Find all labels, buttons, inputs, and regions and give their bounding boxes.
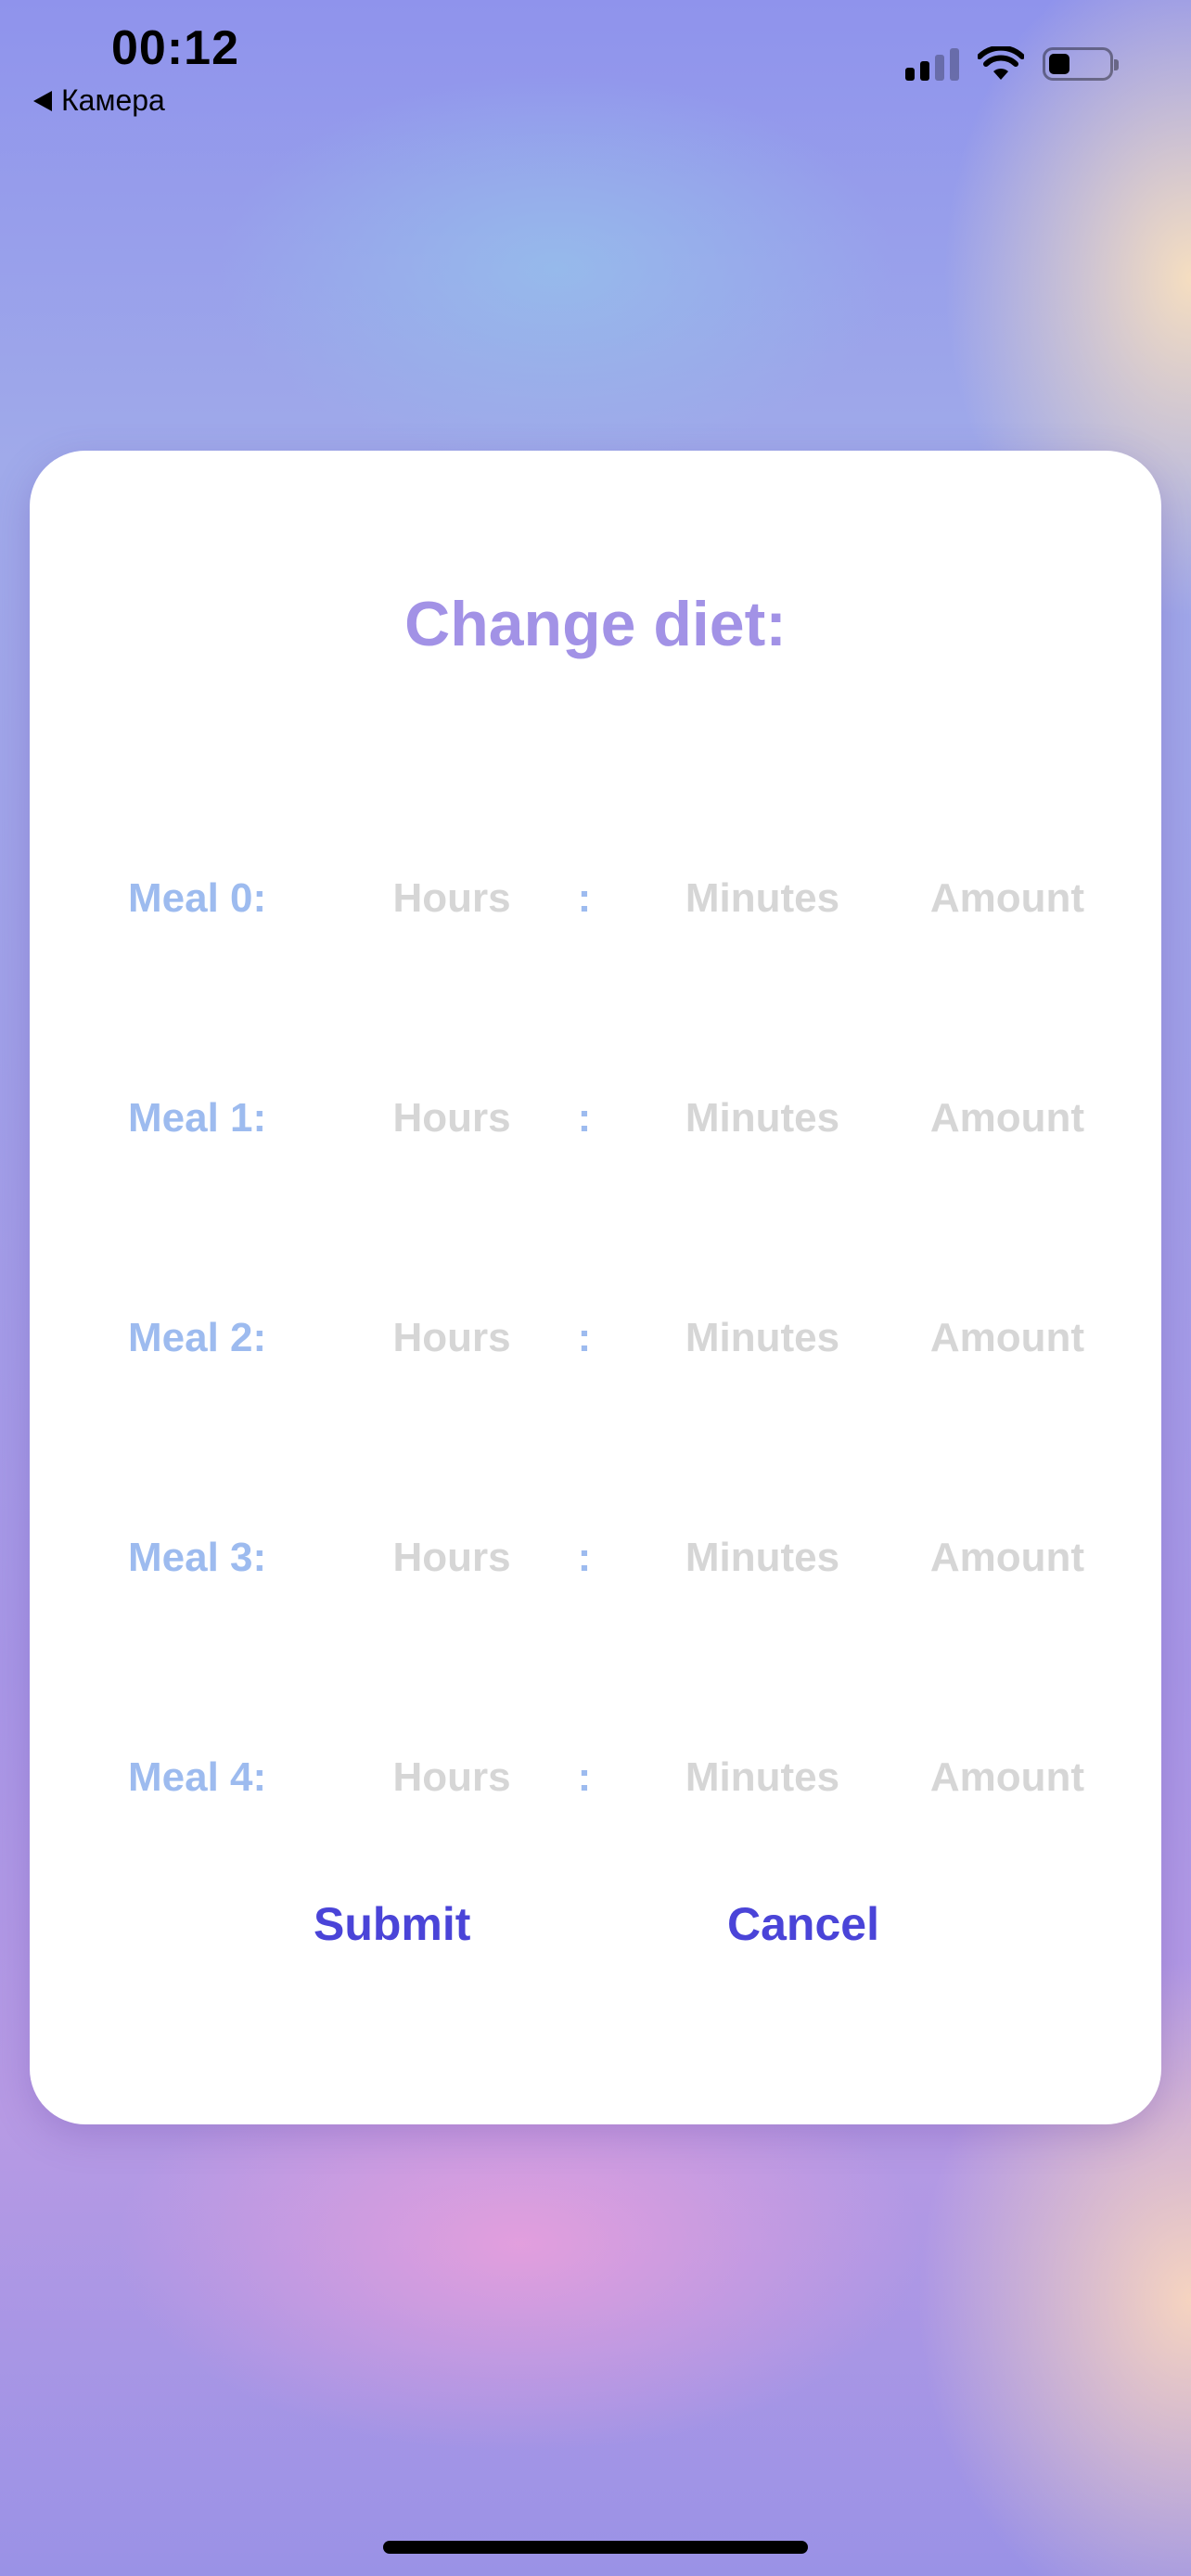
- cancel-button[interactable]: Cancel: [727, 1897, 879, 1951]
- back-to-camera-link[interactable]: Камера: [33, 83, 165, 118]
- back-link-label: Камера: [61, 83, 165, 117]
- wifi-icon: [978, 46, 1024, 80]
- change-diet-dialog: Change diet: Meal 0: : Meal 1: : Meal 2:…: [30, 451, 1161, 2124]
- submit-button[interactable]: Submit: [314, 1897, 470, 1951]
- meal-0-amount-input[interactable]: [883, 861, 1132, 936]
- meal-label: Meal 3:: [128, 1535, 267, 1580]
- meal-1-hours-input[interactable]: [345, 1081, 558, 1155]
- status-bar: 00:12 Камера: [0, 0, 1191, 130]
- battery-icon: [1043, 47, 1119, 81]
- time-separator: :: [577, 875, 592, 921]
- meal-label: Meal 0:: [128, 875, 267, 921]
- meal-4-minutes-input[interactable]: [623, 1741, 902, 1815]
- meal-row-0: Meal 0: :: [30, 861, 1161, 936]
- meal-2-amount-input[interactable]: [883, 1301, 1132, 1375]
- status-icons: [905, 46, 1119, 82]
- meal-label: Meal 1:: [128, 1095, 267, 1141]
- back-triangle-icon: [33, 90, 52, 111]
- meal-3-hours-input[interactable]: [345, 1521, 558, 1595]
- meal-4-hours-input[interactable]: [345, 1741, 558, 1815]
- meal-1-minutes-input[interactable]: [623, 1081, 902, 1155]
- meal-3-minutes-input[interactable]: [623, 1521, 902, 1595]
- cellular-signal-icon: [905, 47, 959, 81]
- meal-row-4: Meal 4: :: [30, 1741, 1161, 1815]
- time-separator: :: [577, 1095, 592, 1141]
- meal-row-1: Meal 1: :: [30, 1081, 1161, 1155]
- time-separator: :: [577, 1535, 592, 1580]
- meal-3-amount-input[interactable]: [883, 1521, 1132, 1595]
- time-separator: :: [577, 1315, 592, 1360]
- dialog-title: Change diet:: [404, 589, 787, 659]
- meal-label: Meal 4:: [128, 1754, 267, 1800]
- meal-0-hours-input[interactable]: [345, 861, 558, 936]
- meal-label: Meal 2:: [128, 1315, 267, 1360]
- time-separator: :: [577, 1754, 592, 1800]
- meal-2-hours-input[interactable]: [345, 1301, 558, 1375]
- meal-row-2: Meal 2: :: [30, 1301, 1161, 1375]
- meal-4-amount-input[interactable]: [883, 1741, 1132, 1815]
- home-indicator[interactable]: [383, 2541, 808, 2554]
- meal-0-minutes-input[interactable]: [623, 861, 902, 936]
- meal-2-minutes-input[interactable]: [623, 1301, 902, 1375]
- meal-1-amount-input[interactable]: [883, 1081, 1132, 1155]
- status-time: 00:12: [111, 21, 239, 75]
- meal-row-3: Meal 3: :: [30, 1521, 1161, 1595]
